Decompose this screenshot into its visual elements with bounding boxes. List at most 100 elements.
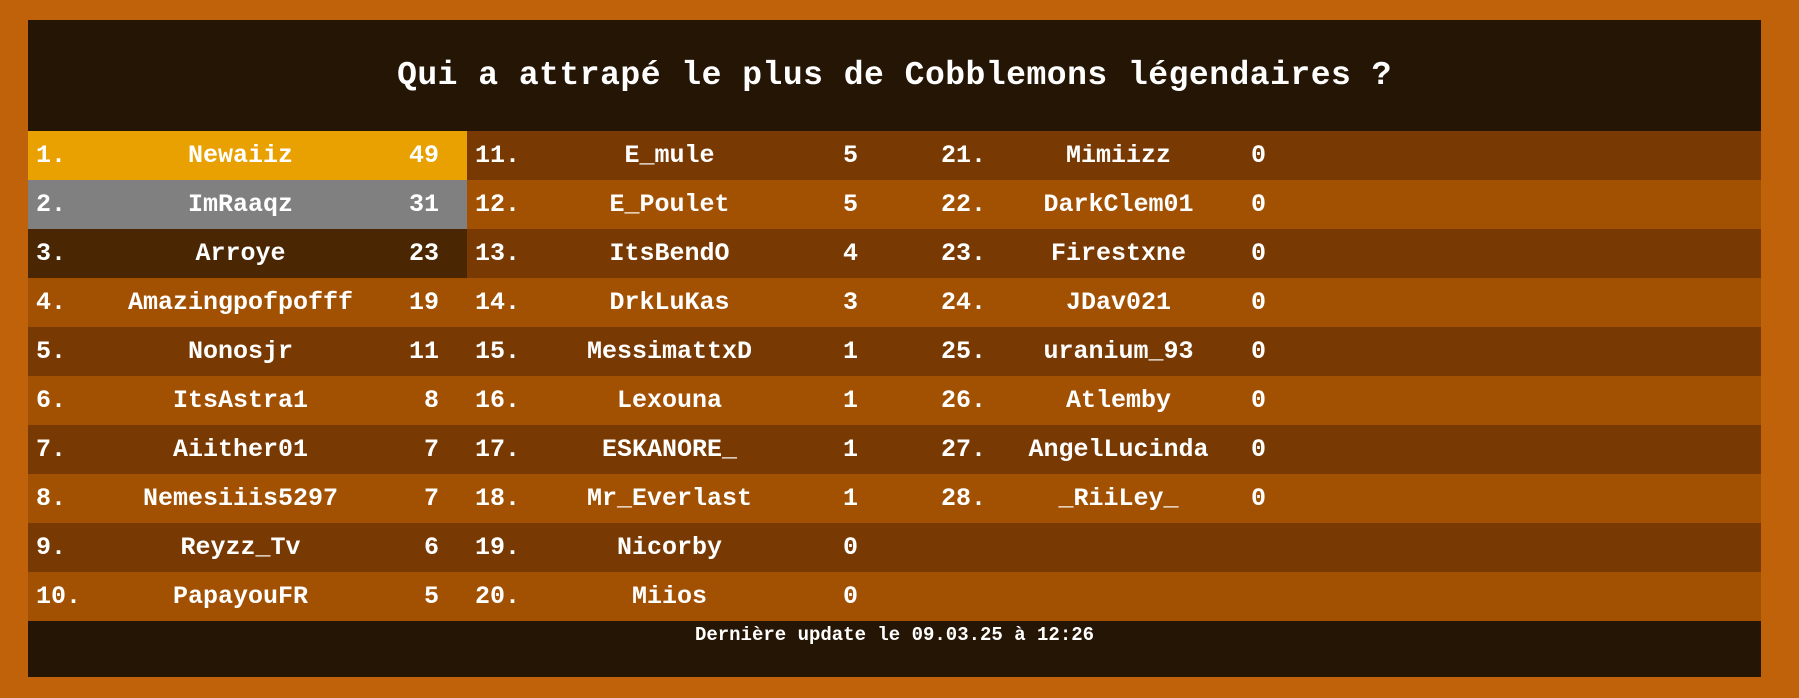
player-score: 5 [423, 582, 439, 611]
player-name: Aiither01 [172, 435, 309, 464]
player-score: 0 [1250, 190, 1266, 219]
player-name: Nemesiiis5297 [142, 484, 339, 513]
rank-label: 9. [36, 533, 67, 562]
player-score: 5 [842, 190, 858, 219]
player-name: E_Poulet [609, 190, 730, 219]
rank-label: 6. [36, 386, 67, 415]
rank-label: 5. [36, 337, 67, 366]
player-score: 1 [842, 337, 858, 366]
player-name: Nicorby [616, 533, 723, 562]
leaderboard-row: 8. Nemesiiis5297 7 [28, 474, 467, 523]
player-score: 19 [408, 288, 439, 317]
player-score: 0 [842, 582, 858, 611]
player-score: 8 [423, 386, 439, 415]
rank-label: 16. [475, 386, 521, 415]
leaderboard-row: 22. DarkClem01 0 [903, 180, 1339, 229]
leaderboard-row: 21. Mimiizz 0 [903, 131, 1339, 180]
player-score: 31 [408, 190, 439, 219]
player-score: 5 [842, 141, 858, 170]
rank-label: 24. [941, 288, 987, 317]
player-score: 0 [1250, 337, 1266, 366]
player-name: Mr_Everlast [586, 484, 753, 513]
player-score: 0 [1250, 288, 1266, 317]
leaderboard-row: 16. Lexouna 1 [467, 376, 903, 425]
leaderboard-row: 20. Miios 0 [467, 572, 903, 621]
player-name: ESKANORE_ [601, 435, 738, 464]
player-score: 1 [842, 386, 858, 415]
leaderboard-row: 1. Newaiiz 49 [28, 131, 467, 180]
rank-label: 8. [36, 484, 67, 513]
leaderboard-row: 17. ESKANORE_ 1 [467, 425, 903, 474]
player-score: 0 [1250, 386, 1266, 415]
player-score: 4 [842, 239, 858, 268]
leaderboard-row: 2. ImRaaqz 31 [28, 180, 467, 229]
player-name: Miios [631, 582, 707, 611]
player-name: ItsBendO [609, 239, 730, 268]
player-name: Amazingpofpofff [127, 288, 354, 317]
player-score: 0 [1250, 435, 1266, 464]
player-name: Newaiiz [187, 141, 294, 170]
rank-label: 13. [475, 239, 521, 268]
leaderboard-row: 24. JDav021 0 [903, 278, 1339, 327]
leaderboard-row: 26. Atlemby 0 [903, 376, 1339, 425]
rank-label: 1. [36, 141, 67, 170]
leaderboard-panel: Qui a attrapé le plus de Cobblemons lége… [28, 20, 1761, 677]
rank-label: 4. [36, 288, 67, 317]
leaderboard-row: 19. Nicorby 0 [467, 523, 903, 572]
player-name: MessimattxD [586, 337, 753, 366]
player-score: 49 [408, 141, 439, 170]
rank-label: 12. [475, 190, 521, 219]
player-name: ImRaaqz [187, 190, 294, 219]
leaderboard-row: 5. Nonosjr 11 [28, 327, 467, 376]
player-name: Reyzz_Tv [180, 533, 301, 562]
rank-label: 20. [475, 582, 521, 611]
leaderboard-row: 25. uranium_93 0 [903, 327, 1339, 376]
player-score: 7 [423, 435, 439, 464]
leaderboard-row: 23. Firestxne 0 [903, 229, 1339, 278]
leaderboard-row: 6. ItsAstra1 8 [28, 376, 467, 425]
player-name: Firestxne [1050, 239, 1187, 268]
rank-label: 2. [36, 190, 67, 219]
rank-label: 26. [941, 386, 987, 415]
rank-label: 25. [941, 337, 987, 366]
player-score: 1 [842, 435, 858, 464]
player-name: uranium_93 [1043, 337, 1194, 366]
rank-label: 21. [941, 141, 987, 170]
leaderboard-row: 15. MessimattxD 1 [467, 327, 903, 376]
player-name: Lexouna [616, 386, 723, 415]
rank-label: 19. [475, 533, 521, 562]
leaderboard-row: 7. Aiither01 7 [28, 425, 467, 474]
player-score: 0 [1250, 239, 1266, 268]
rank-label: 27. [941, 435, 987, 464]
leaderboard-row: 3. Arroye 23 [28, 229, 467, 278]
player-name: Mimiizz [1065, 141, 1172, 170]
leaderboard-row: 18. Mr_Everlast 1 [467, 474, 903, 523]
last-update-text: Dernière update le 09.03.25 à 12:26 [694, 624, 1095, 646]
leaderboard-row: 12. E_Poulet 5 [467, 180, 903, 229]
player-score: 0 [1250, 141, 1266, 170]
leaderboard-row: 28. _RiiLey_ 0 [903, 474, 1339, 523]
rank-label: 14. [475, 288, 521, 317]
player-name: PapayouFR [172, 582, 309, 611]
player-score: 0 [1250, 484, 1266, 513]
player-name: JDav021 [1065, 288, 1172, 317]
rank-label: 17. [475, 435, 521, 464]
rank-label: 11. [475, 141, 521, 170]
leaderboard-row: 27. AngelLucinda 0 [903, 425, 1339, 474]
player-score: 11 [408, 337, 439, 366]
rank-label: 23. [941, 239, 987, 268]
leaderboard-row: 4. Amazingpofpofff 19 [28, 278, 467, 327]
leaderboard-row: 13. ItsBendO 4 [467, 229, 903, 278]
leaderboard-row: 10. PapayouFR 5 [28, 572, 467, 621]
rank-label: 3. [36, 239, 67, 268]
player-score: 23 [408, 239, 439, 268]
player-score: 7 [423, 484, 439, 513]
player-score: 6 [423, 533, 439, 562]
leaderboard-row: 14. DrkLuKas 3 [467, 278, 903, 327]
player-score: 0 [842, 533, 858, 562]
player-name: E_mule [624, 141, 715, 170]
leaderboard-row: 11. E_mule 5 [467, 131, 903, 180]
player-name: DrkLuKas [609, 288, 730, 317]
player-name: Atlemby [1065, 386, 1172, 415]
player-name: Arroye [195, 239, 286, 268]
